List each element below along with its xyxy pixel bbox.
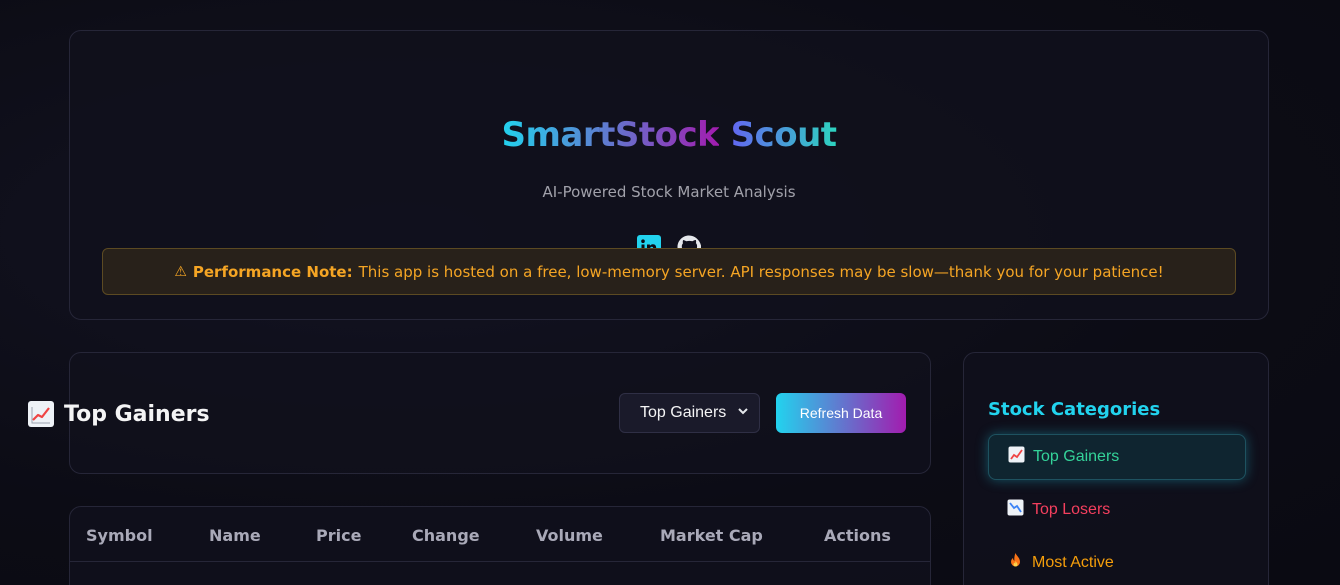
section-title: Top Gainers xyxy=(28,401,210,427)
category-select-value: Top Gainers xyxy=(640,404,727,421)
category-item-most-active[interactable]: Most Active xyxy=(988,540,1246,585)
warning-icon: ⚠ xyxy=(174,263,187,280)
category-item-label: Top Losers xyxy=(1032,501,1111,518)
performance-notice: ⚠ Performance Note: This app is hosted o… xyxy=(102,248,1236,295)
section-title-text: Top Gainers xyxy=(64,401,210,427)
column-header-volume[interactable]: Volume xyxy=(536,526,603,545)
app-title-word-2: Scout xyxy=(730,115,837,155)
column-header-name[interactable]: Name xyxy=(209,526,261,545)
table-header: Symbol Name Price Change Volume Market C… xyxy=(70,507,930,562)
stock-categories-title: Stock Categories xyxy=(988,399,1161,420)
stock-table: Symbol Name Price Change Volume Market C… xyxy=(69,506,931,585)
notice-label: Performance Note: xyxy=(192,262,353,281)
column-header-actions: Actions xyxy=(824,526,891,545)
notice-text: This app is hosted on a free, low-memory… xyxy=(358,262,1164,281)
stock-categories-panel: Stock Categories Top Gainers Top Losers … xyxy=(963,352,1269,585)
chart-increasing-icon xyxy=(28,401,54,427)
column-header-market-cap[interactable]: Market Cap xyxy=(660,526,763,545)
app-title: SmartStock Scout xyxy=(70,115,1268,155)
chevron-down-icon xyxy=(737,404,749,422)
category-item-label: Most Active xyxy=(1032,554,1114,571)
column-header-symbol[interactable]: Symbol xyxy=(86,526,153,545)
category-item-top-gainers[interactable]: Top Gainers xyxy=(988,434,1246,480)
category-item-top-losers[interactable]: Top Losers xyxy=(988,487,1246,533)
app-title-word-1: SmartStock xyxy=(501,115,720,155)
refresh-data-button[interactable]: Refresh Data xyxy=(776,393,906,433)
fire-icon xyxy=(1007,552,1024,574)
app-subtitle: AI-Powered Stock Market Analysis xyxy=(542,183,796,201)
chart-decreasing-icon xyxy=(1007,499,1024,521)
chart-increasing-icon xyxy=(1008,446,1025,468)
category-item-label: Top Gainers xyxy=(1033,448,1120,465)
column-header-change[interactable]: Change xyxy=(412,526,480,545)
category-select[interactable]: Top Gainers xyxy=(619,393,760,433)
column-header-price[interactable]: Price xyxy=(316,526,361,545)
